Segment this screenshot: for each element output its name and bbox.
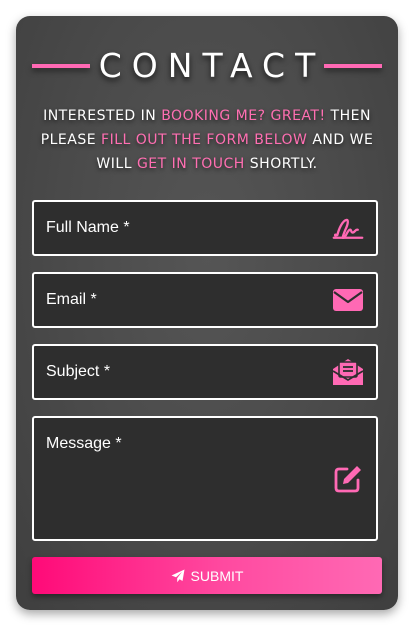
email-field[interactable]: Email * [32, 272, 378, 328]
contact-header: CONTACT [32, 46, 382, 86]
envelope-open-text-icon [332, 358, 364, 386]
intro-text: INTERESTED IN BOOKING ME? GREAT! THEN PL… [36, 104, 378, 176]
title-left-line [32, 64, 90, 68]
contact-card: CONTACT INTERESTED IN BOOKING ME? GREAT!… [16, 16, 398, 610]
intro-text-pink-1: BOOKING ME? GREAT! [161, 108, 326, 124]
envelope-icon [332, 286, 364, 314]
intro-text-pink-2: FILL OUT THE FORM BELOW [101, 132, 308, 148]
submit-button[interactable]: SUBMIT [32, 557, 382, 594]
message-label: Message * [46, 435, 122, 452]
edit-icon [332, 465, 364, 493]
subject-label: Subject * [46, 363, 111, 380]
subject-field[interactable]: Subject * [32, 344, 378, 400]
email-label: Email * [46, 291, 97, 308]
paper-plane-icon [171, 569, 185, 582]
intro-text-white-1: INTERESTED IN [43, 108, 162, 124]
full-name-field[interactable]: Full Name * [32, 200, 378, 256]
signature-icon [332, 214, 364, 242]
title-right-line [324, 64, 382, 68]
intro-text-pink-3: GET IN TOUCH [136, 156, 245, 172]
intro-text-white-4: SHORTLY. [244, 156, 318, 172]
message-field[interactable]: Message * [32, 416, 378, 541]
page-title: CONTACT [98, 46, 326, 85]
full-name-label: Full Name * [46, 219, 130, 236]
submit-label: SUBMIT [190, 567, 244, 584]
